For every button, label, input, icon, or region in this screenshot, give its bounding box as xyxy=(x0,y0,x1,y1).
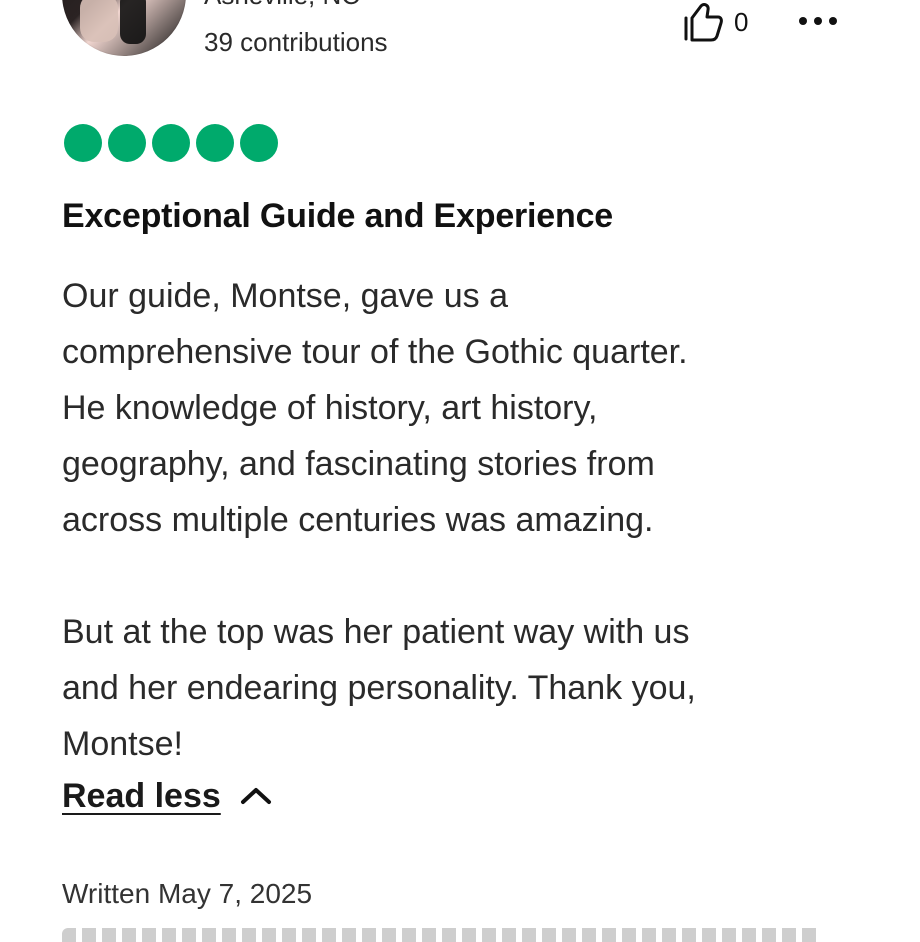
read-less-label: Read less xyxy=(62,777,221,815)
rating-bubble-5 xyxy=(240,124,278,162)
more-options-icon xyxy=(796,8,840,34)
more-options-button[interactable] xyxy=(796,8,840,34)
review-body: Our guide, Montse, gave us a comprehensi… xyxy=(62,268,882,772)
avatar-photo-detail-2 xyxy=(120,0,146,44)
written-date: Written May 7, 2025 xyxy=(62,878,313,909)
rating-bubble-1 xyxy=(64,124,102,162)
helpful-vote-button[interactable]: 0 xyxy=(680,0,748,44)
next-text-cutoff xyxy=(62,928,882,942)
rating-bubble-4 xyxy=(196,124,234,162)
read-less-button[interactable]: Read less xyxy=(62,772,273,820)
review-paragraph: Our guide, Montse, gave us a comprehensi… xyxy=(62,277,688,539)
review-title: Exceptional Guide and Experience xyxy=(62,197,613,235)
chevron-up-icon xyxy=(239,784,273,808)
thumbs-up-icon xyxy=(680,2,724,42)
rating-bubble-3 xyxy=(152,124,190,162)
reviewer-avatar[interactable] xyxy=(62,0,186,56)
avatar-photo-detail xyxy=(80,0,118,42)
reviewer-contributions: 39 contributions xyxy=(204,27,388,57)
review-paragraph: But at the top was her patient way with … xyxy=(62,613,696,763)
rating-bubble-2 xyxy=(108,124,146,162)
reviewer-location: Asheville, NC xyxy=(204,0,360,10)
reviewer-header: Asheville, NC 39 contributions 0 xyxy=(0,0,920,80)
helpful-count: 0 xyxy=(734,7,749,37)
next-text-line xyxy=(62,928,822,942)
bubble-rating xyxy=(64,124,278,162)
